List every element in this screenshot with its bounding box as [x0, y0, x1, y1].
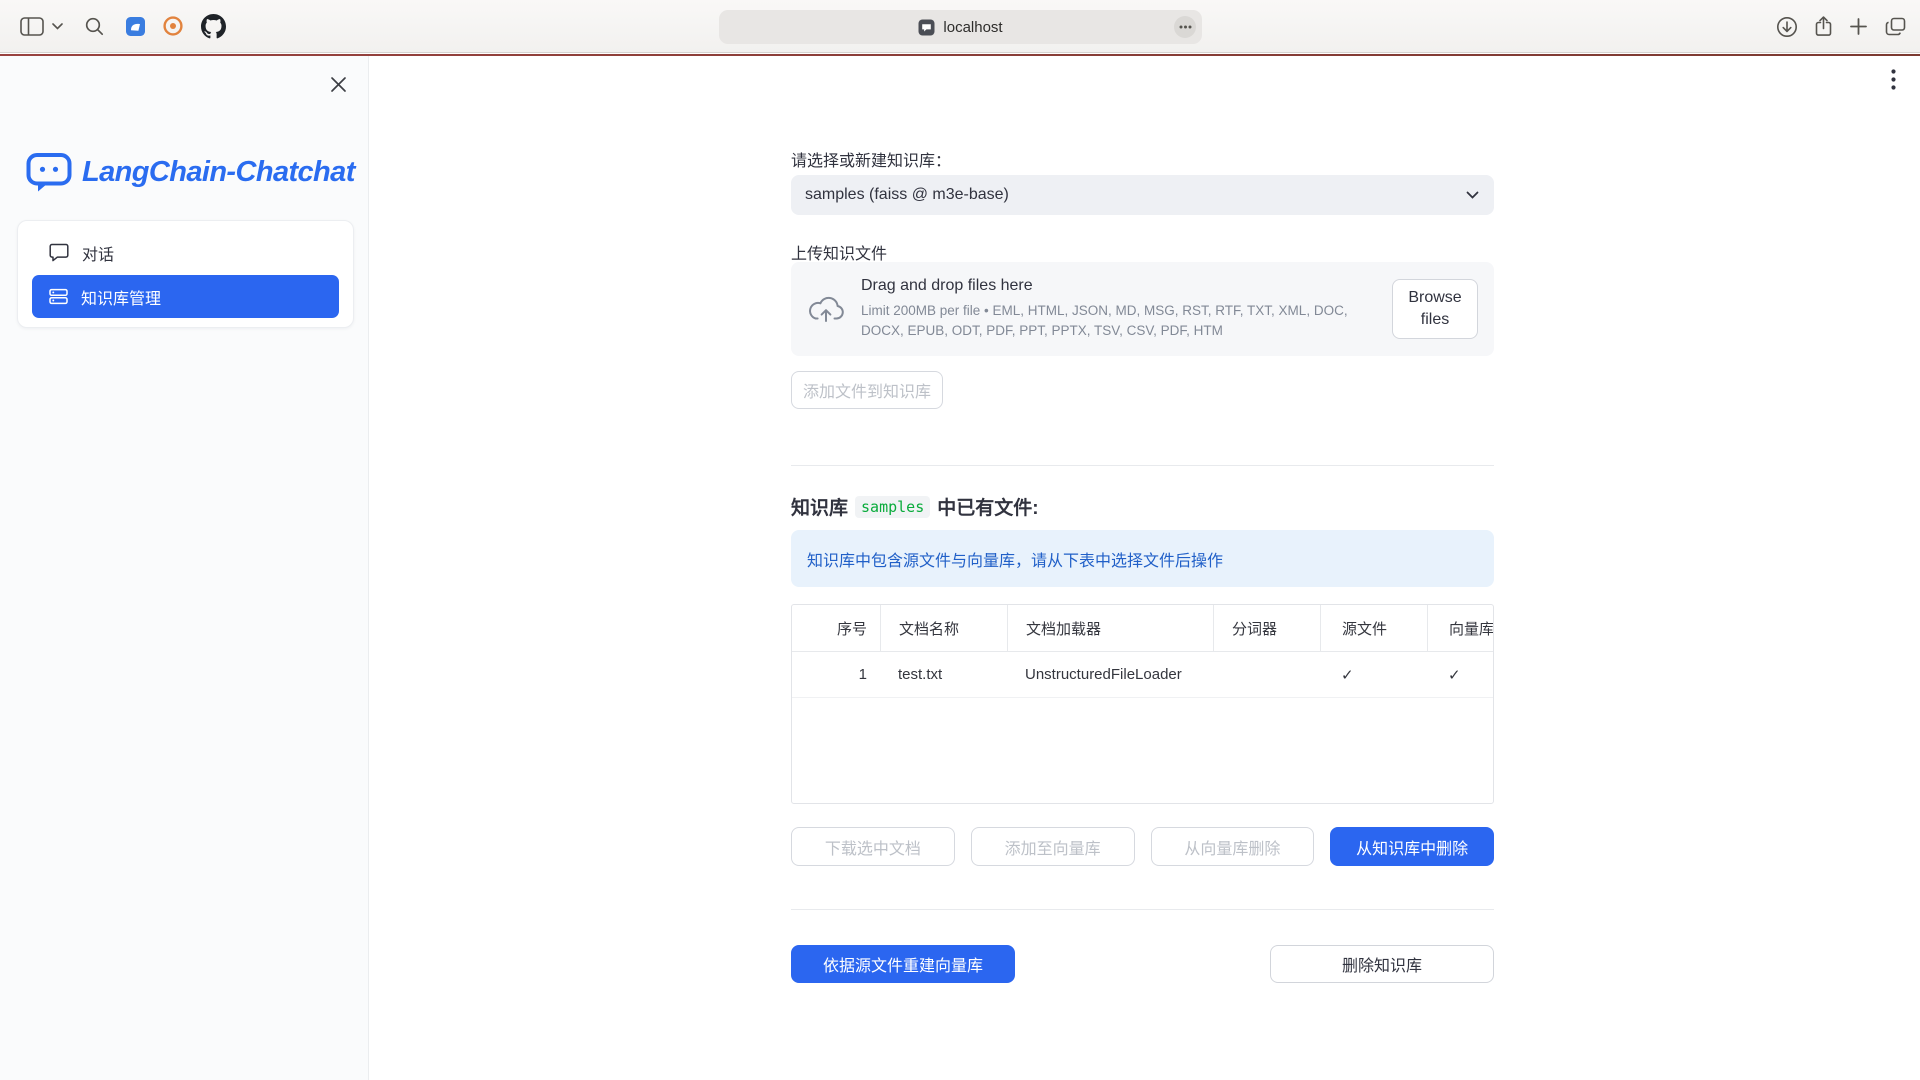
download-selected-button[interactable]: 下载选中文档	[791, 827, 955, 866]
extension-blue-icon[interactable]	[126, 17, 145, 36]
site-favicon	[918, 19, 935, 36]
cell-vector-store-check: ✓	[1427, 652, 1493, 697]
remove-from-vector-store-button[interactable]: 从向量库删除	[1151, 827, 1315, 866]
close-icon	[330, 76, 347, 93]
cell-index: 1	[792, 652, 880, 697]
share-icon[interactable]	[1815, 16, 1832, 37]
app-decoration-bar	[0, 54, 1920, 56]
upload-label: 上传知识文件	[791, 240, 887, 264]
browse-files-button[interactable]: Browse files	[1392, 279, 1478, 338]
address-bar[interactable]: localhost	[719, 10, 1202, 44]
col-header-index[interactable]: 序号	[792, 605, 880, 651]
sidebar-toggle-icon[interactable]	[20, 17, 44, 36]
chevron-down-icon	[1466, 191, 1479, 199]
cell-splitter	[1213, 652, 1320, 697]
rebuild-vector-store-button[interactable]: 依据源文件重建向量库	[791, 945, 1015, 983]
cloud-upload-icon	[807, 296, 845, 323]
delete-kb-button[interactable]: 删除知识库	[1270, 945, 1494, 983]
col-header-source-file[interactable]: 源文件	[1320, 605, 1427, 651]
browser-toolbar: localhost	[0, 0, 1920, 53]
kb-select-label: 请选择或新建知识库：	[791, 147, 951, 171]
drop-zone-text: Drag and drop files here Limit 200MB per…	[861, 277, 1376, 340]
app-logo: LangChain-Chatchat	[26, 152, 355, 193]
drop-zone-hint: Limit 200MB per file • EML, HTML, JSON, …	[861, 301, 1376, 340]
sidebar-item-knowledge-base[interactable]: 知识库管理	[32, 275, 339, 318]
divider	[791, 465, 1494, 466]
info-banner: 知识库中包含源文件与向量库，请从下表中选择文件后操作	[791, 530, 1494, 587]
heading-prefix: 知识库	[791, 493, 848, 520]
col-header-splitter[interactable]: 分词器	[1213, 605, 1320, 651]
main-content: 请选择或新建知识库： samples (faiss @ m3e-base) 上传…	[791, 56, 1494, 1080]
new-tab-icon[interactable]	[1849, 17, 1868, 36]
col-header-loader[interactable]: 文档加载器	[1007, 605, 1213, 651]
sidebar-nav: 对话 知识库管理	[17, 220, 354, 328]
sidebar-close-button[interactable]	[324, 70, 352, 98]
logo-text: LangChain-Chatchat	[82, 156, 355, 189]
file-action-buttons: 下载选中文档 添加至向量库 从向量库删除 从知识库中删除	[791, 827, 1494, 866]
kb-files-table[interactable]: 序号 文档名称 文档加载器 分词器 源文件 向量库 1 test.txt Uns…	[791, 604, 1494, 804]
cell-doc-name: test.txt	[880, 652, 1007, 697]
chevron-down-icon[interactable]	[52, 23, 63, 30]
col-header-doc-name[interactable]: 文档名称	[880, 605, 1007, 651]
search-icon[interactable]	[85, 17, 104, 36]
kb-select[interactable]: samples (faiss @ m3e-base)	[791, 175, 1494, 215]
add-to-vector-store-button[interactable]: 添加至向量库	[971, 827, 1135, 866]
cell-source-file-check: ✓	[1320, 652, 1427, 697]
kb-footer-buttons: 依据源文件重建向量库 删除知识库	[791, 945, 1494, 983]
col-header-vector-store[interactable]: 向量库	[1427, 605, 1493, 651]
heading-suffix: 中已有文件:	[937, 493, 1038, 520]
kb-select-value: samples (faiss @ m3e-base)	[805, 186, 1009, 204]
address-url: localhost	[943, 19, 1002, 36]
main-menu-button[interactable]	[1881, 66, 1905, 92]
tab-overview-icon[interactable]	[1885, 17, 1906, 36]
download-icon[interactable]	[1776, 16, 1798, 38]
kb-name-code: samples	[855, 496, 930, 518]
kebab-menu-icon	[1891, 69, 1896, 90]
sidebar-item-label: 知识库管理	[81, 285, 161, 309]
drop-zone-title: Drag and drop files here	[861, 277, 1376, 295]
table-header-row: 序号 文档名称 文档加载器 分词器 源文件 向量库	[792, 605, 1493, 652]
delete-from-kb-button[interactable]: 从知识库中删除	[1330, 827, 1494, 866]
file-drop-zone[interactable]: Drag and drop files here Limit 200MB per…	[791, 262, 1494, 356]
sidebar: LangChain-Chatchat 对话 知识库管理	[0, 56, 369, 1080]
page-more-icon[interactable]	[1174, 16, 1196, 38]
sidebar-item-chat[interactable]: 对话	[32, 230, 339, 275]
logo-chat-icon	[26, 152, 72, 193]
chat-bubble-icon	[49, 243, 69, 262]
divider	[791, 909, 1494, 910]
github-icon[interactable]	[201, 14, 226, 39]
add-files-button[interactable]: 添加文件到知识库	[791, 371, 943, 409]
cell-loader: UnstructuredFileLoader	[1007, 652, 1213, 697]
extension-orange-icon[interactable]	[162, 15, 184, 37]
table-row[interactable]: 1 test.txt UnstructuredFileLoader ✓ ✓	[792, 652, 1493, 698]
info-banner-text: 知识库中包含源文件与向量库，请从下表中选择文件后操作	[807, 547, 1223, 571]
kb-files-heading: 知识库 samples 中已有文件:	[791, 493, 1039, 520]
knowledge-base-icon	[49, 288, 68, 305]
sidebar-item-label: 对话	[82, 241, 114, 265]
